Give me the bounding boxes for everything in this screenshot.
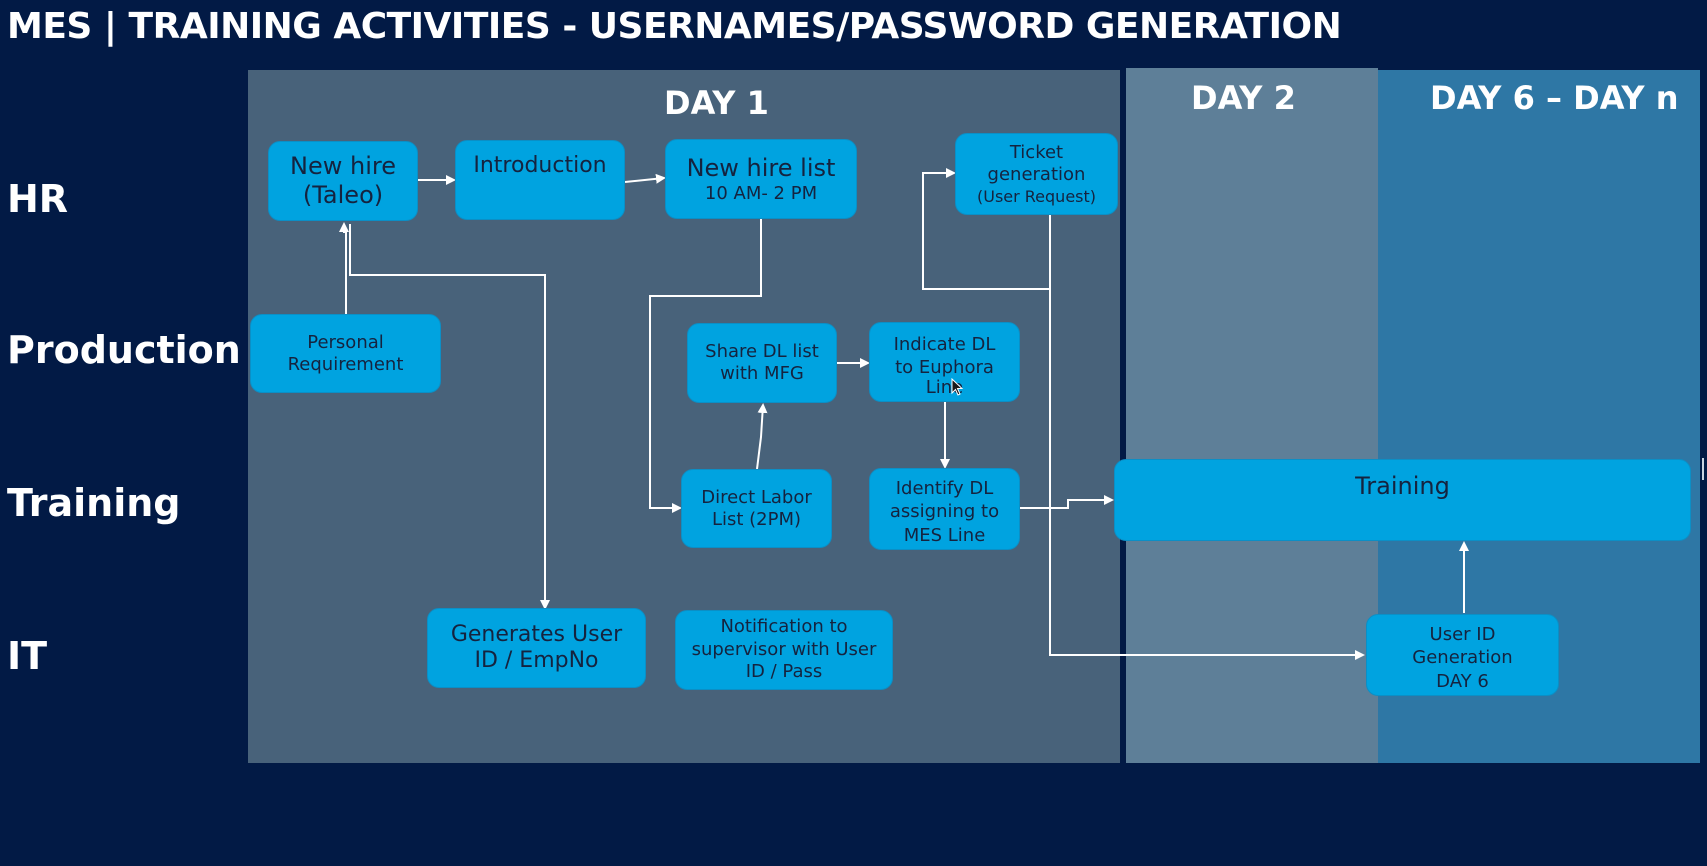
box-notification-line3: ID / Pass bbox=[745, 661, 823, 683]
arrow-intro-to-newhirelist bbox=[624, 173, 666, 184]
box-introduction: Introduction bbox=[455, 140, 625, 220]
arrow-ticket-to-userid bbox=[1049, 215, 1365, 660]
box-share-dl-line1: Share DL list bbox=[705, 341, 819, 363]
box-new-hire: New hire (Taleo) bbox=[268, 141, 418, 221]
arrow-directlabor-to-sharedl bbox=[756, 403, 768, 470]
box-new-hire-list-line1: New hire list bbox=[686, 153, 836, 182]
box-direct-labor-line1: Direct Labor bbox=[701, 486, 812, 508]
box-ticket-line2: generation bbox=[987, 164, 1086, 185]
box-identify-dl-line1: Identify DL bbox=[895, 477, 994, 499]
arrow-newhire-to-generates bbox=[349, 224, 550, 610]
box-personal-req-line2: Requirement bbox=[287, 353, 404, 375]
box-introduction-line1: Introduction bbox=[473, 153, 607, 178]
box-ticket-line3: (User Request) bbox=[976, 186, 1097, 206]
box-identify-dl: Identify DL assigning to MES Line bbox=[869, 468, 1020, 550]
box-notification-line2: supervisor with User bbox=[691, 638, 877, 660]
box-new-hire-list: New hire list 10 AM- 2 PM bbox=[665, 139, 857, 219]
box-notification-line1: Notification to bbox=[720, 616, 848, 638]
arrow-identifydl-to-training bbox=[1020, 495, 1114, 509]
box-indicate-dl-line1: Indicate DL bbox=[893, 333, 996, 355]
box-personal-requirement: Personal Requirement bbox=[250, 314, 441, 393]
connector-layer bbox=[339, 168, 1469, 660]
box-user-id-line2: Generation bbox=[1412, 647, 1513, 669]
box-new-hire-list-line2: 10 AM- 2 PM bbox=[704, 182, 818, 204]
slide: MES | TRAINING ACTIVITIES - USERNAMES/PA… bbox=[0, 0, 1707, 866]
box-indicate-dl: Indicate DL to Euphora Line bbox=[869, 322, 1020, 402]
box-user-id-line3: DAY 6 bbox=[1436, 670, 1489, 692]
box-identify-dl-line3: MES Line bbox=[903, 524, 986, 546]
box-ticket-line1: Ticket bbox=[1009, 141, 1064, 163]
box-direct-labor-line2: List (2PM) bbox=[711, 508, 802, 530]
box-personal-req-line1: Personal bbox=[307, 331, 384, 353]
box-training-line1: Training bbox=[1355, 472, 1450, 500]
arrow-personal-to-newhire bbox=[339, 222, 349, 314]
box-user-id-generation: User ID Generation DAY 6 bbox=[1366, 614, 1559, 696]
window-edge-handle[interactable] bbox=[1702, 458, 1704, 480]
box-generates-user-id: Generates User ID / EmpNo bbox=[427, 608, 646, 688]
mouse-cursor-icon bbox=[951, 378, 964, 396]
box-identify-dl-line2: assigning to bbox=[889, 501, 1000, 523]
box-share-dl-line2: with MFG bbox=[720, 363, 804, 384]
box-notification: Notification to supervisor with User ID … bbox=[675, 610, 893, 690]
box-new-hire-line1: New hire bbox=[290, 152, 396, 181]
box-generates-user-line2: ID / EmpNo bbox=[474, 648, 599, 673]
box-direct-labor-list: Direct Labor List (2PM) bbox=[681, 469, 832, 548]
box-user-id-line1: User ID bbox=[1429, 623, 1496, 645]
box-training: Training bbox=[1114, 459, 1691, 541]
box-generates-user-line1: Generates User bbox=[450, 621, 623, 647]
box-ticket-generation: Ticket generation (User Request) bbox=[955, 133, 1118, 215]
box-share-dl-list: Share DL list with MFG bbox=[687, 323, 837, 403]
box-new-hire-line2: (Taleo) bbox=[302, 181, 384, 209]
